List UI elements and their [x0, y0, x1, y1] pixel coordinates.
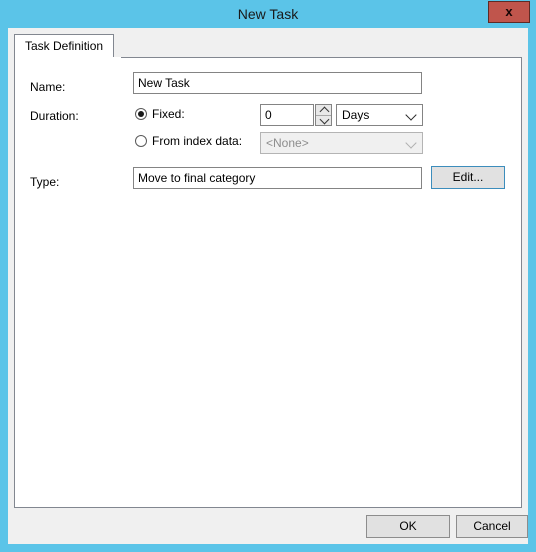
spinner-down-icon[interactable] [316, 114, 331, 126]
radio-from-index-label: From index data: [152, 134, 243, 148]
duration-value-input[interactable]: 0 [260, 104, 314, 126]
duration-unit-value: Days [342, 108, 370, 122]
radio-fixed-indicator [135, 108, 147, 120]
radio-from-index-data[interactable]: From index data: [135, 134, 242, 148]
radio-from-index-indicator [135, 135, 147, 147]
duration-spinner[interactable] [315, 104, 332, 126]
chevron-down-icon-disabled [405, 137, 417, 149]
ok-button[interactable]: OK [366, 515, 450, 538]
edit-button[interactable]: Edit... [431, 166, 505, 189]
duration-unit-select[interactable]: Days [336, 104, 423, 126]
duration-label: Duration: [30, 109, 79, 123]
radio-fixed-label: Fixed: [152, 107, 185, 121]
tabstrip: Task Definition [14, 34, 522, 58]
dialog-window: New Task x Task Definition Name: New Tas… [0, 0, 536, 552]
window-title: New Task [237, 6, 299, 22]
index-data-value: <None> [266, 136, 309, 150]
dialog-body: Task Definition Name: New Task Duration:… [8, 28, 528, 544]
chevron-down-icon [405, 109, 417, 121]
footer-separator [14, 509, 522, 510]
name-input[interactable]: New Task [133, 72, 422, 94]
tab-task-definition[interactable]: Task Definition [14, 34, 115, 58]
type-label: Type: [30, 175, 60, 189]
name-label: Name: [30, 80, 66, 94]
titlebar: New Task x [0, 0, 536, 28]
close-icon[interactable]: x [488, 1, 530, 23]
tab-active-mask [15, 57, 121, 58]
type-input[interactable]: Move to final category [133, 167, 422, 189]
radio-fixed[interactable]: Fixed: [135, 107, 185, 121]
cancel-button[interactable]: Cancel [456, 515, 528, 538]
index-data-select[interactable]: <None> [260, 132, 423, 154]
